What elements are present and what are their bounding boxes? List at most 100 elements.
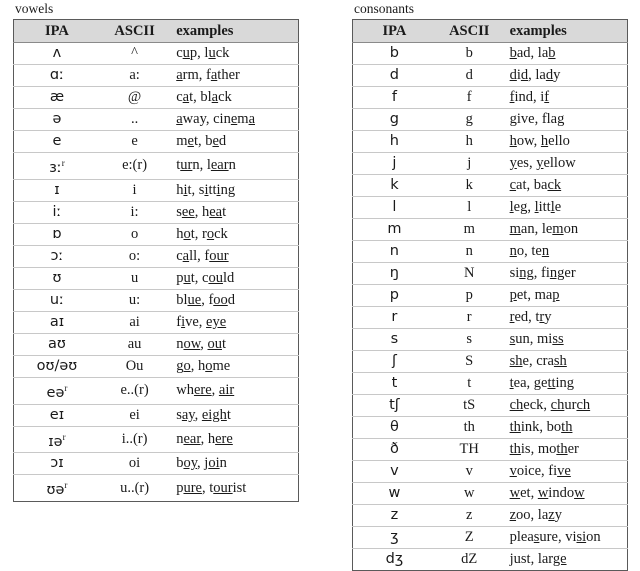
ipa-symbol: ŋ xyxy=(352,262,436,285)
ascii-symbol: dZ xyxy=(435,548,503,571)
example-words: tea, getting xyxy=(502,372,628,395)
consonants-table: IPA ASCII examples b b bad, lab d d did, lady… xyxy=(352,19,628,571)
example-words: where, air xyxy=(169,376,299,405)
table-row: v v voice, five xyxy=(352,460,628,483)
vowels-panel: vowels IPA ASCII examples ʌ ^ cup, luck ɑː a… xyxy=(13,0,299,503)
ascii-symbol: l xyxy=(435,196,503,219)
ipa-symbol: l xyxy=(352,196,436,219)
ascii-symbol: S xyxy=(435,350,503,373)
example-words: sing, finger xyxy=(502,262,628,285)
vowels-section-label: vowels xyxy=(15,1,54,16)
ascii-symbol: N xyxy=(435,262,503,285)
table-row: s s sun, miss xyxy=(352,328,628,351)
table-row: b b bad, lab xyxy=(352,42,628,65)
table-row: θ th think, both xyxy=(352,416,628,439)
ascii-symbol: i..(r) xyxy=(99,425,170,454)
example-words: boy, join xyxy=(169,452,299,476)
ipa-symbol: t xyxy=(352,372,436,395)
example-words: cat, black xyxy=(169,86,299,109)
ipa-symbol: ʊ xyxy=(13,266,100,290)
table-row: ʌ ^ cup, luck xyxy=(13,42,299,65)
example-words: think, both xyxy=(502,416,628,439)
ipa-symbol: æ xyxy=(13,86,100,109)
example-words: cup, luck xyxy=(169,42,299,65)
ascii-symbol: u..(r) xyxy=(99,474,170,502)
table-row: p p pet, map xyxy=(352,284,628,307)
example-words: cat, back xyxy=(502,174,628,197)
example-words: put, could xyxy=(169,266,299,290)
table-row: ɪ i hit, sitting xyxy=(13,178,299,202)
example-words: sun, miss xyxy=(502,328,628,351)
rhotic-superscript: r xyxy=(64,382,68,393)
ascii-symbol: g xyxy=(435,108,503,131)
ascii-symbol: ^ xyxy=(99,42,170,65)
ipa-symbol: ɪ xyxy=(13,178,100,202)
table-row: eər e..(r) where, air xyxy=(13,376,299,405)
ipa-symbol: s xyxy=(352,328,436,351)
example-words: did, lady xyxy=(502,64,628,87)
example-words: how, hello xyxy=(502,130,628,153)
example-words: voice, five xyxy=(502,460,628,483)
table-row: ʃ Sshe, crash xyxy=(352,350,628,373)
table-row: j j yes, yellow xyxy=(352,152,628,175)
example-words: she, crash xyxy=(502,350,628,373)
ipa-symbol: w xyxy=(352,482,436,505)
table-row: ɔː o: call, four xyxy=(13,244,299,268)
ascii-symbol: TH xyxy=(435,438,503,461)
example-words: now, out xyxy=(169,332,299,356)
example-words: red, try xyxy=(502,306,628,329)
rhotic-superscript: r xyxy=(64,480,68,491)
ascii-symbol: tS xyxy=(435,394,503,417)
consonants-table-head: IPA ASCII examples xyxy=(352,19,628,43)
ipa-symbol: ʌ xyxy=(13,42,100,65)
vowels-table-head: IPA ASCII examples xyxy=(13,19,299,43)
example-words: this, mother xyxy=(502,438,628,461)
ascii-symbol: f xyxy=(435,86,503,109)
ipa-symbol: θ xyxy=(352,416,436,439)
example-words: man, lemon xyxy=(502,218,628,241)
table-row: h h how, hello xyxy=(352,130,628,153)
ascii-symbol: @ xyxy=(99,86,170,109)
example-words: find, if xyxy=(502,86,628,109)
ascii-symbol: p xyxy=(435,284,503,307)
example-words: away, cinema xyxy=(169,108,299,131)
table-row: d d did, lady xyxy=(352,64,628,87)
table-row: eɪ ei say, eight xyxy=(13,403,299,427)
example-words: no, ten xyxy=(502,240,628,263)
example-words: hot, rock xyxy=(169,222,299,246)
table-row: w w wet, window xyxy=(352,482,628,505)
ipa-symbol: z xyxy=(352,504,436,527)
ipa-symbol: v xyxy=(352,460,436,483)
column-header-ipa: IPA xyxy=(352,19,436,43)
ascii-symbol: u xyxy=(99,266,170,290)
ipa-symbol: g xyxy=(352,108,436,131)
table-row: aɪ ai five, eye xyxy=(13,310,299,334)
ipa-symbol: m xyxy=(352,218,436,241)
ascii-symbol: .. xyxy=(99,108,170,131)
table-row: dʒ dZ just, large xyxy=(352,548,628,571)
ipa-symbol: ɜːr xyxy=(13,152,100,180)
example-words: just, large xyxy=(502,548,628,571)
ascii-symbol: e:(r) xyxy=(99,152,170,180)
ipa-symbol: ɪər xyxy=(13,425,100,454)
table-row: tʃ tS check, church xyxy=(352,394,628,417)
example-words: turn, learn xyxy=(169,152,299,180)
ipa-symbol: uː xyxy=(13,288,100,312)
ascii-symbol: t xyxy=(435,372,503,395)
ascii-symbol: s xyxy=(435,328,503,351)
example-words: pleasure, vision xyxy=(502,526,628,549)
ipa-symbol: f xyxy=(352,86,436,109)
example-words: call, four xyxy=(169,244,299,268)
ascii-symbol: d xyxy=(435,64,503,87)
ipa-symbol: d xyxy=(352,64,436,87)
table-row: n n no, ten xyxy=(352,240,628,263)
ascii-symbol: a: xyxy=(99,64,170,87)
example-words: see, heat xyxy=(169,200,299,224)
ipa-symbol: h xyxy=(352,130,436,153)
ipa-symbol: ð xyxy=(352,438,436,461)
example-words: hit, sitting xyxy=(169,178,299,202)
ipa-symbol: p xyxy=(352,284,436,307)
column-header-ascii: ASCII xyxy=(435,19,503,43)
ipa-symbol: eɪ xyxy=(13,403,100,427)
ascii-symbol: oi xyxy=(99,452,170,476)
